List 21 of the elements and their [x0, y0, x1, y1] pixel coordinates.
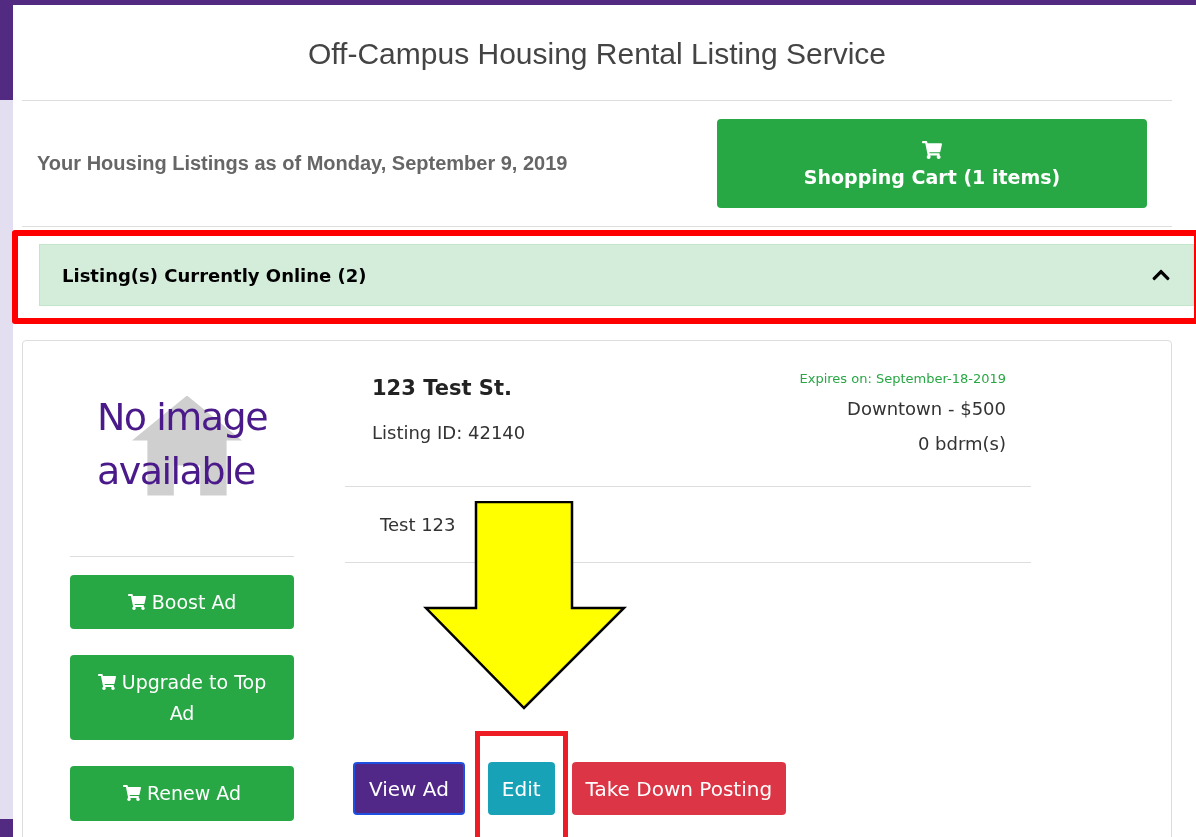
listing-action-button[interactable]: Edit	[487, 762, 555, 815]
location-price: Downtown - $500	[846, 398, 1006, 419]
no-image-text: No image available	[96, 394, 268, 495]
listing-action-button[interactable]: View Ad	[353, 762, 465, 815]
ad-upgrade-button[interactable]: Boost Ad	[70, 575, 294, 630]
section-header[interactable]: Listing(s) Currently Online (2)	[39, 244, 1194, 306]
expiry-date: Expires on: September-18-2019	[799, 371, 1006, 386]
cart-icon	[122, 784, 141, 803]
cart-icon	[922, 139, 942, 160]
bedroom-count: 0 bdrm(s)	[916, 433, 1006, 454]
listing-action-button[interactable]: Take Down Posting	[571, 762, 787, 815]
cart-icon	[127, 593, 146, 611]
listing-address: 123 Test St.	[372, 376, 513, 400]
ad-upgrade-button[interactable]: Upgrade to Top Ad	[70, 655, 294, 741]
listings-date-heading: Your Housing Listings as of Monday, September 9, 2019	[37, 152, 568, 175]
shopping-cart-button[interactable]: Shopping Cart (1 items)	[717, 119, 1147, 208]
ad-upgrade-button[interactable]: Renew Ad	[70, 766, 294, 821]
listing-description: Test 123	[380, 514, 456, 535]
page-title: Off-Campus Housing Rental Listing Service	[306, 36, 887, 72]
listing-id: Listing ID: 42140	[372, 422, 526, 443]
cart-icon	[97, 673, 116, 692]
